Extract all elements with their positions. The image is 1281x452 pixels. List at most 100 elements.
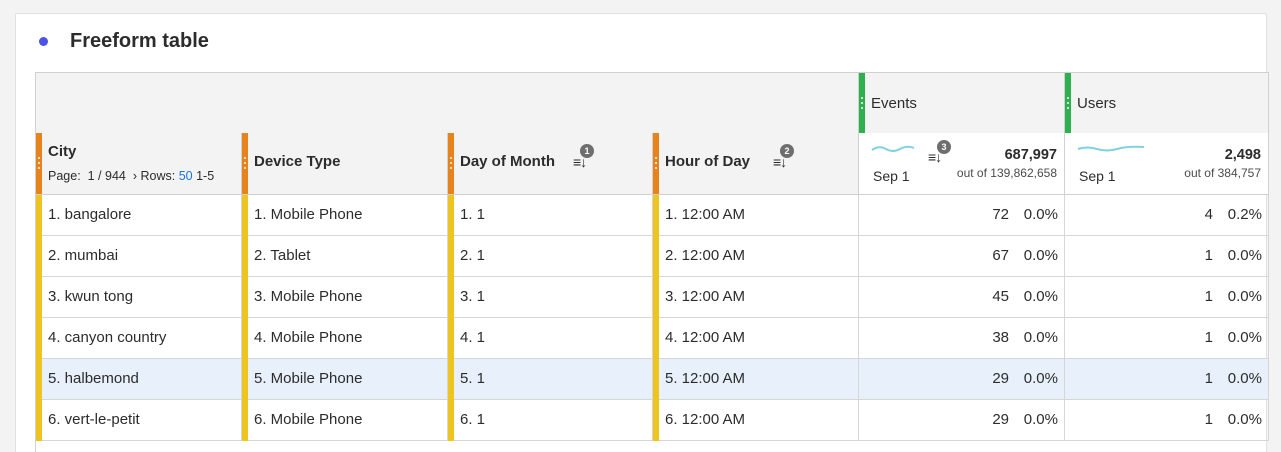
cell-day-of-month[interactable]: 1. 1 <box>448 195 653 236</box>
table-pagination: Page: 1 / 944 › Rows: 50 1-5 <box>48 169 240 183</box>
table-row[interactable]: 5. halbemond 5. Mobile Phone 5. 1 5. 12:00 … <box>36 359 1269 400</box>
metric-value: 38 <box>992 329 1009 346</box>
dimension-bar <box>242 195 248 236</box>
column-label: Hour of Day <box>665 153 751 170</box>
page-label: Page: <box>48 169 81 183</box>
cell-day-of-month[interactable]: 3. 1 <box>448 277 653 318</box>
drag-handle[interactable] <box>859 73 865 134</box>
drag-handle[interactable] <box>448 133 454 194</box>
cell-text: 1. Mobile Phone <box>254 206 363 223</box>
metric-percent: 0.0% <box>1023 247 1058 264</box>
dimension-bar <box>242 236 248 277</box>
metric-summary-events[interactable]: ≡↓ 3 Sep 1 687,997 out of 139,862,658 <box>859 133 1065 195</box>
cell-users[interactable]: 1 0.0% <box>1065 277 1269 318</box>
drag-handle[interactable] <box>653 133 659 194</box>
metric-percent: 0.0% <box>1023 329 1058 346</box>
metric-percent: 0.0% <box>1227 411 1262 428</box>
column-header-day-of-month[interactable]: Day of Month ≡↓ 1 <box>448 133 653 195</box>
page-value: 1 / 944 <box>87 169 126 183</box>
cell-events[interactable]: 29 0.0% <box>859 400 1065 441</box>
cell-day-of-month[interactable]: 5. 1 <box>448 359 653 400</box>
cell-events[interactable]: 45 0.0% <box>859 277 1065 318</box>
metric-percent: 0.0% <box>1227 370 1262 387</box>
metric-value: 29 <box>992 411 1009 428</box>
sort-order-badge: 1 <box>580 144 594 158</box>
dimension-bar <box>36 195 42 236</box>
cell-device-type[interactable]: 3. Mobile Phone <box>242 277 448 318</box>
cell-users[interactable]: 1 0.0% <box>1065 359 1269 400</box>
dimension-bar <box>36 318 42 359</box>
panel-status-dot <box>39 37 48 46</box>
metric-summary-users[interactable]: Sep 1 2,498 out of 384,757 <box>1065 133 1269 195</box>
cell-users[interactable]: 1 0.0% <box>1065 400 1269 441</box>
table-row[interactable]: 3. kwun tong 3. Mobile Phone 3. 1 3. 12:00 … <box>36 277 1269 318</box>
table-row[interactable]: 2. mumbai 2. Tablet 2. 1 2. 12:00 AM 67 0.0% 1… <box>36 236 1269 277</box>
table-row[interactable]: 4. canyon country 4. Mobile Phone 4. 1 4. 1… <box>36 318 1269 359</box>
drag-handle[interactable] <box>1065 73 1071 134</box>
cell-text: 2. 12:00 AM <box>665 247 746 264</box>
cell-day-of-month[interactable]: 2. 1 <box>448 236 653 277</box>
metric-value: 72 <box>992 206 1009 223</box>
drag-handle[interactable] <box>36 133 42 194</box>
cell-events[interactable]: 38 0.0% <box>859 318 1065 359</box>
metric-value: 1 <box>1204 288 1213 305</box>
cell-hour-of-day[interactable]: 1. 12:00 AM <box>653 195 859 236</box>
table-row[interactable]: 6. vert-le-petit 6. Mobile Phone 6. 1 6. 12… <box>36 400 1269 441</box>
dimension-bar <box>36 277 42 318</box>
cell-events[interactable]: 67 0.0% <box>859 236 1065 277</box>
cell-events[interactable]: 72 0.0% <box>859 195 1065 236</box>
cell-city[interactable]: 3. kwun tong <box>36 277 242 318</box>
cell-text: 6. 1 <box>460 411 486 428</box>
cell-hour-of-day[interactable]: 3. 12:00 AM <box>653 277 859 318</box>
metric-percent: 0.0% <box>1023 370 1058 387</box>
metric-value: 1 <box>1204 411 1213 428</box>
cell-city[interactable]: 5. halbemond <box>36 359 242 400</box>
drag-handle[interactable] <box>242 133 248 194</box>
cell-text: 6. 12:00 AM <box>665 411 746 428</box>
cell-device-type[interactable]: 2. Tablet <box>242 236 448 277</box>
metric-value: 29 <box>992 370 1009 387</box>
cell-text: 2. Tablet <box>254 247 311 264</box>
cell-text: 3. 1 <box>460 288 486 305</box>
metric-header-users[interactable]: Users <box>1065 72 1269 134</box>
next-page-icon[interactable]: › <box>133 169 137 183</box>
sort-order-badge: 2 <box>780 144 794 158</box>
sparkline-date: Sep 1 <box>873 168 910 184</box>
table-row[interactable]: 1. bangalore 1. Mobile Phone 1. 1 1. 12:00 … <box>36 195 1269 236</box>
cell-text: 5. Mobile Phone <box>254 370 363 387</box>
cell-day-of-month[interactable]: 6. 1 <box>448 400 653 441</box>
metric-value: 1 <box>1204 370 1213 387</box>
cell-users[interactable]: 1 0.0% <box>1065 318 1269 359</box>
cell-text: 5. 12:00 AM <box>665 370 746 387</box>
cell-users[interactable]: 1 0.0% <box>1065 236 1269 277</box>
cell-text: 1. bangalore <box>48 206 132 223</box>
cell-hour-of-day[interactable]: 5. 12:00 AM <box>653 359 859 400</box>
rows-per-page-selector[interactable]: 50 <box>179 169 193 183</box>
cell-hour-of-day[interactable]: 4. 12:00 AM <box>653 318 859 359</box>
panel-title[interactable]: Freeform table <box>70 30 209 53</box>
metric-percent: 0.0% <box>1023 411 1058 428</box>
cell-hour-of-day[interactable]: 2. 12:00 AM <box>653 236 859 277</box>
metric-header-events[interactable]: Events <box>859 72 1065 134</box>
cell-hour-of-day[interactable]: 6. 12:00 AM <box>653 400 859 441</box>
freeform-table-panel: Freeform table Events Users City Page: 1 <box>15 13 1269 452</box>
cell-device-type[interactable]: 4. Mobile Phone <box>242 318 448 359</box>
cell-users[interactable]: 4 0.2% <box>1065 195 1269 236</box>
column-header-hour-of-day[interactable]: Hour of Day ≡↓ 2 <box>653 133 859 195</box>
cell-city[interactable]: 1. bangalore <box>36 195 242 236</box>
dimension-drop-zone[interactable] <box>36 72 859 134</box>
cell-day-of-month[interactable]: 4. 1 <box>448 318 653 359</box>
cell-text: 4. 12:00 AM <box>665 329 746 346</box>
cell-city[interactable]: 2. mumbai <box>36 236 242 277</box>
cell-device-type[interactable]: 6. Mobile Phone <box>242 400 448 441</box>
dimension-bar <box>448 318 454 359</box>
column-header-device-type[interactable]: Device Type <box>242 133 448 195</box>
column-header-city[interactable]: City Page: 1 / 944 › Rows: 50 1-5 <box>36 133 242 195</box>
cell-events[interactable]: 29 0.0% <box>859 359 1065 400</box>
cell-device-type[interactable]: 1. Mobile Phone <box>242 195 448 236</box>
dimension-bar <box>242 359 248 400</box>
cell-device-type[interactable]: 5. Mobile Phone <box>242 359 448 400</box>
cell-city[interactable]: 4. canyon country <box>36 318 242 359</box>
metric-percent: 0.0% <box>1023 206 1058 223</box>
cell-city[interactable]: 6. vert-le-petit <box>36 400 242 441</box>
